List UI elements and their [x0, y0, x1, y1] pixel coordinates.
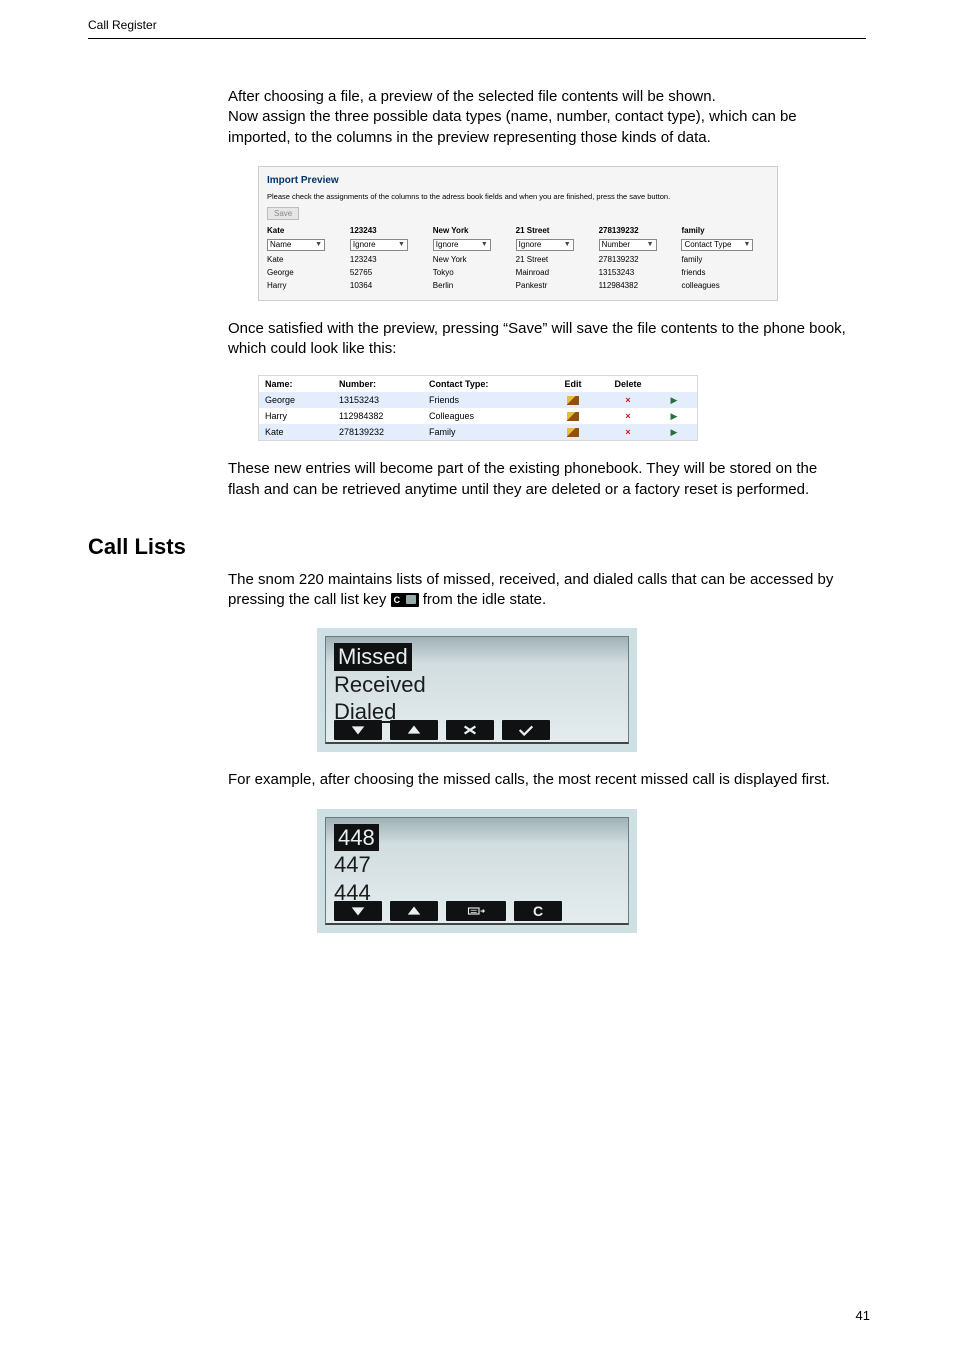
import-preview-instruction: Please check the assignments of the colu…	[261, 192, 775, 207]
col-select-4[interactable]: Number▼	[599, 239, 657, 251]
running-header: Call Register	[0, 0, 954, 32]
import-row-1: George52765TokyoMainroad13153243friends	[261, 266, 775, 279]
col-select-2[interactable]: Ignore▼	[433, 239, 491, 251]
call-list-key-icon	[391, 593, 419, 607]
dial-icon[interactable]: ▶	[653, 393, 695, 408]
import-select-row: Name▼ Ignore▼ Ignore▼ Ignore▼ Number▼ Co…	[261, 237, 775, 253]
import-preview-table: Kate 123243 New York 21 Street 278139232…	[261, 224, 775, 292]
softkey-cancel-icon[interactable]	[446, 720, 494, 740]
imp-h1: 123243	[344, 224, 427, 237]
edit-icon[interactable]	[567, 428, 579, 437]
call-lists-heading: Call Lists	[88, 534, 866, 560]
dial-icon[interactable]: ▶	[653, 425, 695, 440]
imp-h3: 21 Street	[510, 224, 593, 237]
lcd2-selected: 448	[334, 824, 379, 852]
softkey-down-icon[interactable]	[334, 901, 382, 921]
page-number: 41	[856, 1308, 870, 1323]
phone-display-missed-calls: 448 447 444 C	[317, 809, 637, 933]
softkey-down-icon[interactable]	[334, 720, 382, 740]
softkey-ok-icon[interactable]	[502, 720, 550, 740]
softkey-clear-icon[interactable]: C	[514, 901, 562, 921]
imp-h5: family	[675, 224, 775, 237]
contacts-header: Name:Number:Contact Type:EditDelete	[259, 376, 697, 392]
contacts-row-1: Harry112984382Colleagues × ▶	[259, 408, 697, 424]
import-row-0: Kate123243New York21 Street278139232fami…	[261, 253, 775, 266]
col-select-1[interactable]: Ignore▼	[350, 239, 408, 251]
save-button[interactable]: Save	[267, 207, 299, 220]
softkey-up-icon[interactable]	[390, 720, 438, 740]
delete-icon[interactable]: ×	[603, 393, 653, 407]
edit-icon[interactable]	[567, 396, 579, 405]
chevron-down-icon: ▼	[744, 241, 751, 248]
import-preview-title: Import Preview	[261, 173, 775, 192]
chevron-down-icon: ▼	[315, 241, 322, 248]
paragraph-missed-example: For example, after choosing the missed c…	[228, 770, 852, 790]
chevron-down-icon: ▼	[481, 241, 488, 248]
col-select-3[interactable]: Ignore▼	[516, 239, 574, 251]
paragraph-phonebook-persist: These new entries will become part of th…	[228, 459, 852, 500]
delete-icon[interactable]: ×	[603, 409, 653, 423]
lcd2-line2: 447	[334, 851, 620, 879]
col-select-5[interactable]: Contact Type▼	[681, 239, 753, 251]
paragraph-preview-intro: After choosing a file, a preview of the …	[228, 87, 852, 107]
col-select-0[interactable]: Name▼	[267, 239, 325, 251]
paragraph-save-result: Once satisfied with the preview, pressin…	[228, 319, 852, 360]
import-row-2: Harry10364BerlinPankestr112984382colleag…	[261, 279, 775, 292]
paragraph-call-lists-intro: The snom 220 maintains lists of missed, …	[228, 570, 852, 611]
contacts-row-0: George13153243Friends × ▶	[259, 392, 697, 408]
lcd1-line2: Received	[334, 671, 620, 699]
paragraph-assign-types: Now assign the three possible data types…	[228, 107, 852, 148]
delete-icon[interactable]: ×	[603, 425, 653, 439]
softkey-details-icon[interactable]	[446, 901, 506, 921]
contacts-table: Name:Number:Contact Type:EditDelete Geor…	[258, 375, 698, 441]
dial-icon[interactable]: ▶	[653, 409, 695, 424]
imp-h4: 278139232	[593, 224, 676, 237]
chevron-down-icon: ▼	[398, 241, 405, 248]
phone-display-call-lists: Missed Received Dialed	[317, 628, 637, 752]
softkey-up-icon[interactable]	[390, 901, 438, 921]
import-preview-screenshot: Import Preview Please check the assignme…	[258, 166, 778, 301]
lcd1-selected: Missed	[334, 643, 412, 671]
imp-h0: Kate	[261, 224, 344, 237]
imp-h2: New York	[427, 224, 510, 237]
contacts-row-2: Kate278139232Family × ▶	[259, 424, 697, 440]
chevron-down-icon: ▼	[647, 241, 654, 248]
edit-icon[interactable]	[567, 412, 579, 421]
chevron-down-icon: ▼	[564, 241, 571, 248]
import-header-row: Kate 123243 New York 21 Street 278139232…	[261, 224, 775, 237]
